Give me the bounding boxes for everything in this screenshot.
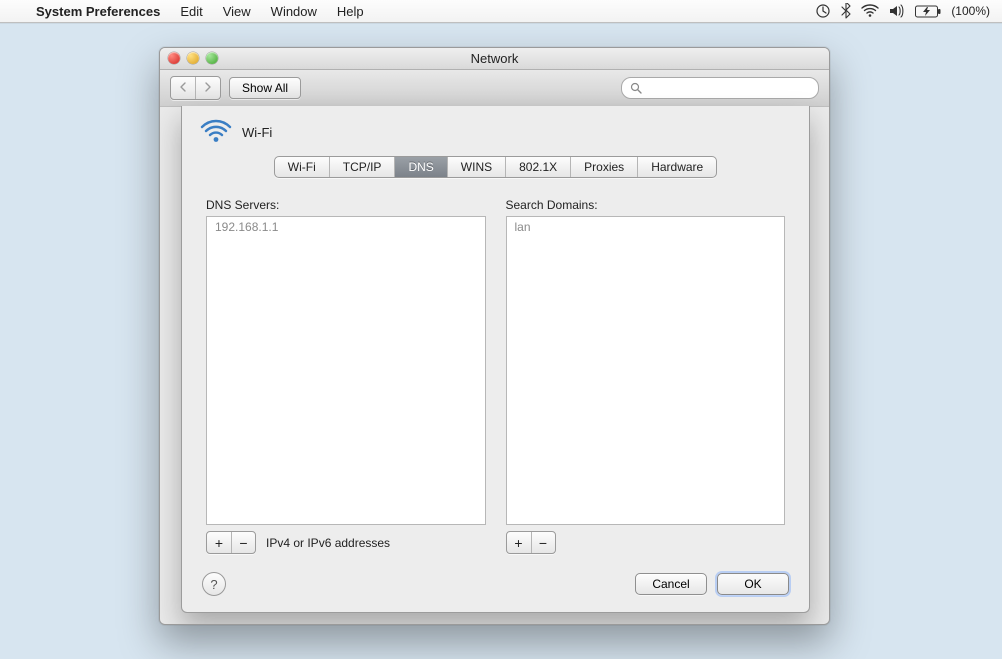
tab-hardware[interactable]: Hardware xyxy=(637,157,716,177)
search-domains-list[interactable]: lan xyxy=(506,216,786,525)
search-icon xyxy=(630,82,642,94)
search-input[interactable] xyxy=(648,80,810,96)
titlebar[interactable]: Network xyxy=(160,48,829,70)
battery-percent: (100%) xyxy=(951,4,990,18)
menubar: System Preferences Edit View Window Help… xyxy=(0,0,1002,23)
tab-dns[interactable]: DNS xyxy=(394,157,446,177)
tab-strip: Wi-Fi TCP/IP DNS WINS 802.1X Proxies Har… xyxy=(274,156,717,178)
bluetooth-icon[interactable] xyxy=(841,3,851,19)
ok-button[interactable]: OK xyxy=(717,573,789,595)
menu-view[interactable]: View xyxy=(213,4,261,19)
nav-back-forward xyxy=(170,76,221,100)
interface-name: Wi-Fi xyxy=(242,125,272,140)
dns-hint: IPv4 or IPv6 addresses xyxy=(266,536,390,550)
dns-servers-label: DNS Servers: xyxy=(206,198,486,212)
minimize-button[interactable] xyxy=(187,52,199,64)
app-menu[interactable]: System Preferences xyxy=(26,4,170,19)
list-item[interactable]: 192.168.1.1 xyxy=(207,217,485,237)
menu-window[interactable]: Window xyxy=(261,4,327,19)
zoom-button[interactable] xyxy=(206,52,218,64)
menu-edit[interactable]: Edit xyxy=(170,4,212,19)
tab-tcpip[interactable]: TCP/IP xyxy=(329,157,395,177)
domain-add-button[interactable]: + xyxy=(507,532,531,553)
wifi-icon[interactable] xyxy=(861,4,879,18)
advanced-sheet: Wi-Fi Wi-Fi TCP/IP DNS WINS 802.1X Proxi… xyxy=(181,106,810,613)
domain-remove-button[interactable]: − xyxy=(531,532,555,553)
window-title: Network xyxy=(471,51,519,66)
show-all-button[interactable]: Show All xyxy=(229,77,301,99)
forward-button[interactable] xyxy=(195,77,220,99)
dns-add-button[interactable]: + xyxy=(207,532,231,553)
tab-wins[interactable]: WINS xyxy=(447,157,505,177)
status-area: (100%) xyxy=(815,3,1002,19)
tab-proxies[interactable]: Proxies xyxy=(570,157,637,177)
menu-help[interactable]: Help xyxy=(327,4,374,19)
toolbar: Show All xyxy=(160,70,829,107)
cancel-button[interactable]: Cancel xyxy=(635,573,707,595)
time-machine-icon[interactable] xyxy=(815,3,831,19)
battery-icon[interactable] xyxy=(915,5,941,18)
tab-8021x[interactable]: 802.1X xyxy=(505,157,570,177)
dns-remove-button[interactable]: − xyxy=(231,532,255,553)
help-button[interactable]: ? xyxy=(202,572,226,596)
wifi-interface-icon xyxy=(200,118,232,146)
close-button[interactable] xyxy=(168,52,180,64)
tab-wifi[interactable]: Wi-Fi xyxy=(275,157,329,177)
back-button[interactable] xyxy=(171,77,195,99)
dns-servers-list[interactable]: 192.168.1.1 xyxy=(206,216,486,525)
list-item[interactable]: lan xyxy=(507,217,785,237)
volume-icon[interactable] xyxy=(889,4,905,18)
search-domains-label: Search Domains: xyxy=(506,198,786,212)
preferences-window: Network Show All Location: Automatic Sta… xyxy=(159,47,830,625)
search-field[interactable] xyxy=(621,77,819,99)
